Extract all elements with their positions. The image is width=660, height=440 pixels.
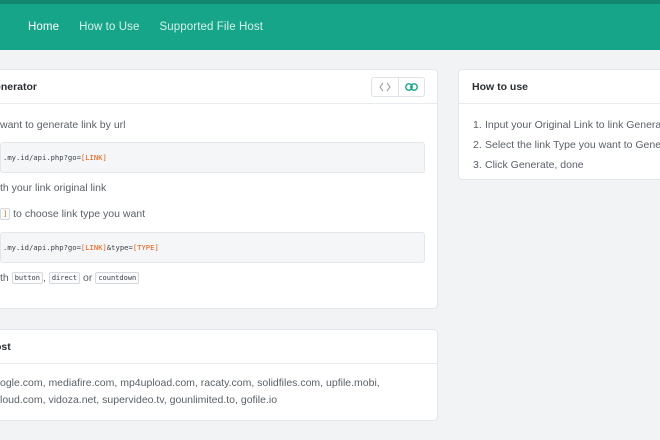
generator-line-2: th your link original link xyxy=(0,182,107,194)
type-button: button xyxy=(11,272,43,284)
how-to-step: 3. Click Generate, done xyxy=(473,159,584,171)
sep-or: or xyxy=(83,272,93,284)
code-2-type-param: &type= xyxy=(106,243,133,252)
generator-code-2[interactable]: .my.id/api.php?go= [LINK] &type= [TYPE] xyxy=(0,232,425,263)
link-view-button[interactable] xyxy=(398,77,424,96)
generator-code-1[interactable]: .my.id/api.php?go= [LINK] xyxy=(0,142,425,173)
generator-card-title: enerator xyxy=(0,80,38,93)
line-3-token: ] xyxy=(0,208,11,220)
how-to-step: 1. Input your Original Link to link Gener… xyxy=(473,119,660,131)
generator-line-4: th button, direct or countdown xyxy=(0,272,140,284)
supported-host-title: ost xyxy=(0,340,11,353)
supported-host-header: ost xyxy=(0,330,437,364)
generator-card-header: enerator xyxy=(0,70,437,104)
code-view-button[interactable] xyxy=(372,78,398,96)
code-1-url: .my.id/api.php?go= xyxy=(3,153,81,162)
host-list-line-1: ogle.com, mediafire.com, mp4upload.com, … xyxy=(0,377,380,389)
top-navbar: Home How to Use Supported File Host xyxy=(0,0,660,50)
type-countdown: countdown xyxy=(95,272,140,284)
how-to-use-steps: 1. Input your Original Link to link Gener… xyxy=(473,119,660,179)
how-to-use-card: How to use 1. Input your Original Link to… xyxy=(458,69,660,180)
sep-comma-1: , xyxy=(42,272,46,284)
supported-host-card: ost xyxy=(0,329,438,421)
nav-home[interactable]: Home xyxy=(28,21,59,33)
code-2-link-token: [LINK] xyxy=(80,243,107,252)
generator-toolbar xyxy=(371,76,425,97)
generator-line-3: ] to choose link type you want xyxy=(0,208,145,220)
nav-how-to-use[interactable]: How to Use xyxy=(79,21,139,33)
type-direct: direct xyxy=(48,272,81,284)
code-icon xyxy=(379,82,391,91)
link-icon xyxy=(405,82,418,91)
line-4-prefix: th xyxy=(0,272,9,284)
how-to-step: 2. Select the link Type you want to Gene xyxy=(473,139,660,151)
host-list-line-2: loud.com, vidoza.net, supervideo.tv, gou… xyxy=(0,394,278,406)
code-2-url: .my.id/api.php?go= xyxy=(3,243,81,252)
code-2-type-token: [TYPE] xyxy=(132,243,159,252)
main-nav: Home How to Use Supported File Host xyxy=(28,4,263,50)
nav-supported-file-host[interactable]: Supported File Host xyxy=(160,21,264,33)
generator-line-1: want to generate link by url xyxy=(0,119,126,131)
line-3-text: to choose link type you want xyxy=(13,208,146,220)
how-to-use-header: How to use xyxy=(459,70,660,104)
code-1-link-token: [LINK] xyxy=(80,153,107,162)
how-to-use-title: How to use xyxy=(472,80,529,93)
